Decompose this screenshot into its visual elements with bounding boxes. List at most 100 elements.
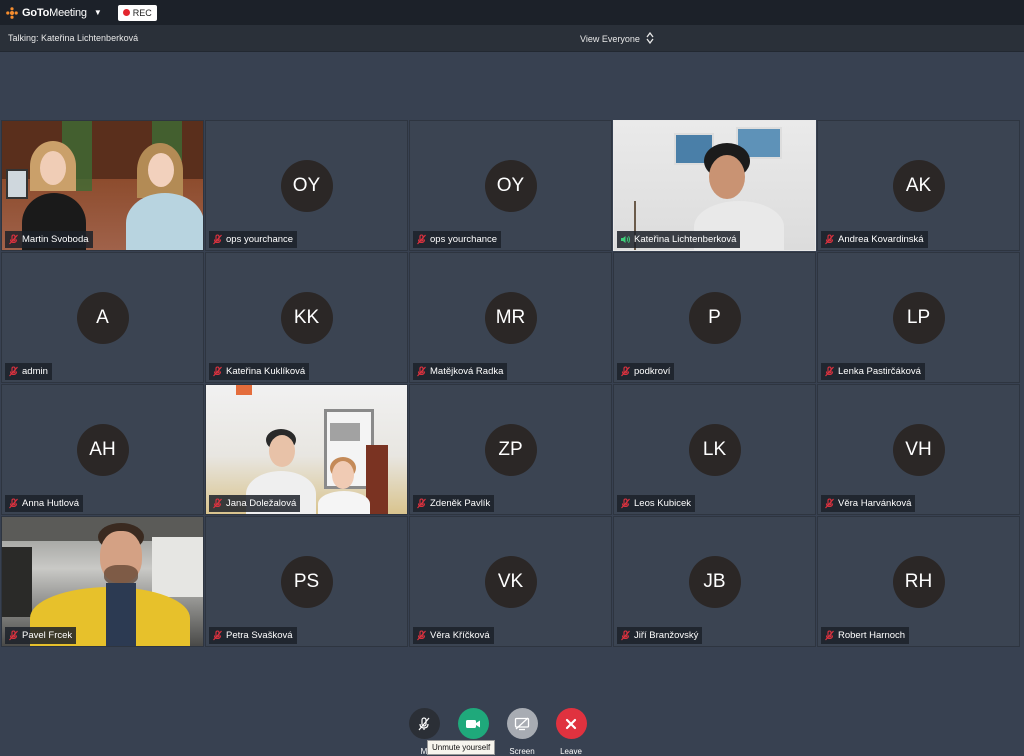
gotomeeting-logo-icon xyxy=(6,6,18,19)
participant-name-tag: Pavel Frcek xyxy=(5,627,77,644)
avatar: ZP xyxy=(484,423,537,476)
close-icon xyxy=(555,708,587,739)
participant-name-tag: Andrea Kovardinská xyxy=(821,231,928,248)
participant-name-tag: Petra Svašková xyxy=(209,627,297,644)
participant-name-tag: admin xyxy=(5,363,52,380)
app-name: GoToMeeting xyxy=(22,6,87,19)
participant-tile[interactable]: Pavel Frcek xyxy=(1,516,204,647)
participant-name-tag: podkroví xyxy=(617,363,675,380)
participant-name: Robert Harnoch xyxy=(838,630,906,641)
avatar: VK xyxy=(484,555,537,608)
participant-tile[interactable]: AK Andrea Kovardinská xyxy=(817,120,1020,251)
participant-tile[interactable]: AH Anna Hutlová xyxy=(1,384,204,515)
avatar: MR xyxy=(484,291,537,344)
avatar: OY xyxy=(484,159,537,212)
participant-tile[interactable]: OY ops yourchance xyxy=(205,120,408,251)
avatar: JB xyxy=(688,555,741,608)
participant-name: Leos Kubicek xyxy=(634,498,692,509)
participant-tile[interactable]: KK Kateřina Kuklíková xyxy=(205,252,408,383)
mic-muted-icon xyxy=(824,234,835,245)
avatar: KK xyxy=(280,291,333,344)
participant-name-tag: Kateřina Kuklíková xyxy=(209,363,310,380)
participant-name-tag: Leos Kubicek xyxy=(617,495,696,512)
screen-label: Screen xyxy=(509,747,535,756)
recording-badge[interactable]: REC xyxy=(117,4,157,21)
participant-name: ops yourchance xyxy=(430,234,498,245)
participant-tile[interactable]: OY ops yourchance xyxy=(409,120,612,251)
sort-arrows-icon xyxy=(646,31,654,46)
camera-icon xyxy=(457,708,489,739)
avatar: PS xyxy=(280,555,333,608)
speaker-active-icon xyxy=(620,234,631,245)
screen-share-button[interactable]: Screen xyxy=(506,708,538,756)
leave-button[interactable]: Leave xyxy=(555,708,587,756)
participant-name-tag: ops yourchance xyxy=(413,231,502,248)
participant-tile[interactable]: RH Robert Harnoch xyxy=(817,516,1020,647)
participant-tile[interactable]: VH Věra Harvánková xyxy=(817,384,1020,515)
mic-muted-icon xyxy=(416,630,427,641)
top-bar: GoToMeeting ▼ REC xyxy=(0,0,1024,25)
avatar: AK xyxy=(892,159,945,212)
participant-tile[interactable]: Aadmin xyxy=(1,252,204,383)
participant-name: Pavel Frcek xyxy=(22,630,73,641)
participant-name-tag: ops yourchance xyxy=(209,231,298,248)
participant-tile[interactable]: LK Leos Kubicek xyxy=(613,384,816,515)
avatar: LP xyxy=(892,291,945,344)
participant-name-tag: Zdeněk Pavlík xyxy=(413,495,495,512)
screen-share-off-icon xyxy=(506,708,538,739)
participant-tile[interactable]: ZP Zdeněk Pavlík xyxy=(409,384,612,515)
participant-name: Jana Doležalová xyxy=(226,498,297,509)
mic-muted-icon xyxy=(8,630,19,641)
participant-name: Matějková Radka xyxy=(430,366,504,377)
avatar: P xyxy=(688,291,741,344)
participant-name-tag: Matějková Radka xyxy=(413,363,508,380)
participant-tile[interactable]: Kateřina Lichtenberková xyxy=(613,120,816,251)
mic-muted-icon xyxy=(620,366,631,377)
rec-label: REC xyxy=(132,7,152,18)
avatar: OY xyxy=(280,159,333,212)
participant-name: Petra Svašková xyxy=(226,630,293,641)
avatar: LK xyxy=(688,423,741,476)
app-menu[interactable]: GoToMeeting ▼ xyxy=(6,7,102,19)
leave-label: Leave xyxy=(560,747,582,756)
record-dot-icon xyxy=(122,9,130,16)
participant-tile[interactable]: VK Věra Kříčková xyxy=(409,516,612,647)
mic-muted-icon xyxy=(416,366,427,377)
view-label: View Everyone xyxy=(580,33,640,44)
mic-muted-icon xyxy=(8,366,19,377)
avatar: VH xyxy=(892,423,945,476)
participant-name: Kateřina Kuklíková xyxy=(226,366,306,377)
mic-muted-icon xyxy=(212,630,223,641)
mic-muted-icon xyxy=(8,498,19,509)
participant-tile[interactable]: LP Lenka Pastirčáková xyxy=(817,252,1020,383)
participant-name: Jiří Branžovský xyxy=(634,630,699,641)
mic-muted-icon xyxy=(212,366,223,377)
mic-muted-icon xyxy=(620,498,631,509)
talking-indicator: Talking: Kateřina Lichtenberková xyxy=(8,33,139,43)
participant-name-tag: Věra Harvánková xyxy=(821,495,916,512)
unmute-tooltip: Unmute yourself xyxy=(427,740,496,755)
participant-name: podkroví xyxy=(634,366,671,377)
participant-name: Andrea Kovardinská xyxy=(838,234,924,245)
view-selector[interactable]: View Everyone xyxy=(580,25,654,52)
mic-muted-icon xyxy=(824,366,835,377)
mic-muted-icon xyxy=(408,708,440,739)
participant-name: admin xyxy=(22,366,48,377)
mic-muted-icon xyxy=(8,234,19,245)
mic-muted-icon xyxy=(416,498,427,509)
participant-name-tag: Jana Doležalová xyxy=(209,495,301,512)
participant-tile[interactable]: PS Petra Svašková xyxy=(205,516,408,647)
participant-tile[interactable]: Ppodkroví xyxy=(613,252,816,383)
mic-muted-icon xyxy=(620,630,631,641)
mic-muted-icon xyxy=(824,498,835,509)
participant-name: Zdeněk Pavlík xyxy=(430,498,491,509)
participant-tile[interactable]: Jana Doležalová xyxy=(205,384,408,515)
participant-tile[interactable]: MR Matějková Radka xyxy=(409,252,612,383)
participant-tile[interactable]: JB Jiří Branžovský xyxy=(613,516,816,647)
participant-name: Martin Svoboda xyxy=(22,234,89,245)
chevron-down-icon: ▼ xyxy=(93,8,102,17)
participant-name: Věra Kříčková xyxy=(430,630,490,641)
mic-muted-icon xyxy=(824,630,835,641)
participant-tile[interactable]: Martin Svoboda xyxy=(1,120,204,251)
participant-name: Lenka Pastirčáková xyxy=(838,366,921,377)
